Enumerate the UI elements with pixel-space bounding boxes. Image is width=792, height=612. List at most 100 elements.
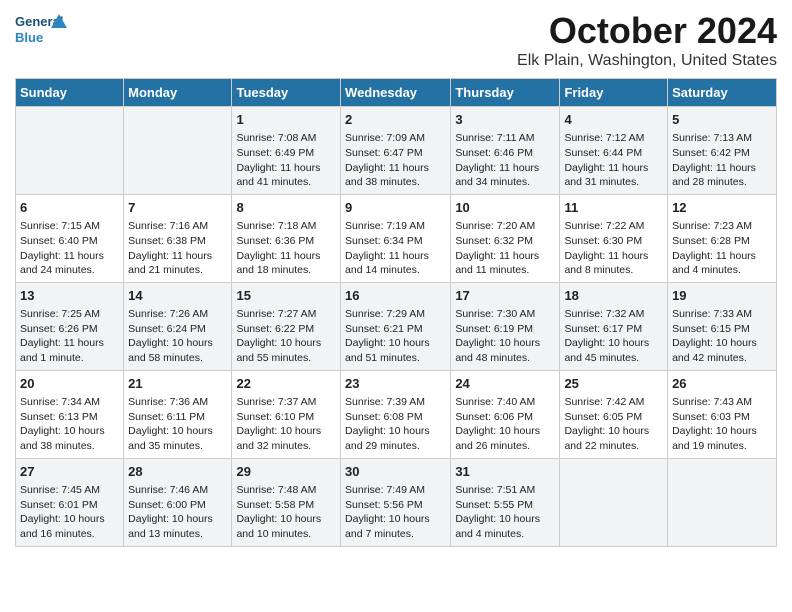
title-block: October 2024 Elk Plain, Washington, Unit… (517, 10, 777, 70)
cell-info-text: Sunrise: 7:19 AMSunset: 6:34 PMDaylight:… (345, 219, 446, 278)
cell-4-1: 28Sunrise: 7:46 AMSunset: 6:00 PMDayligh… (124, 458, 232, 546)
cell-info-text: Sunrise: 7:43 AMSunset: 6:03 PMDaylight:… (672, 395, 772, 454)
cell-date-number: 4 (564, 111, 663, 129)
cell-date-number: 8 (236, 199, 336, 217)
cell-date-number: 13 (20, 287, 119, 305)
cell-2-3: 16Sunrise: 7:29 AMSunset: 6:21 PMDayligh… (341, 282, 451, 370)
cell-1-3: 9 Sunrise: 7:19 AMSunset: 6:34 PMDaylight… (341, 194, 451, 282)
cell-0-3: 2 Sunrise: 7:09 AMSunset: 6:47 PMDaylight… (341, 107, 451, 195)
cell-2-2: 15 Sunrise: 7:27 AMSunset: 6:22 PMDayligh… (232, 282, 341, 370)
cell-date-number: 30 (345, 463, 446, 481)
cell-0-2: 1 Sunrise: 7:08 AMSunset: 6:49 PMDaylight… (232, 107, 341, 195)
header-tuesday: Tuesday (232, 79, 341, 107)
cell-date-number: 10 (455, 199, 555, 217)
cell-date-number: 9 (345, 199, 446, 217)
cell-info-text: Sunrise: 7:09 AMSunset: 6:47 PMDaylight:… (345, 131, 446, 190)
cell-date-number: 31 (455, 463, 555, 481)
cell-0-6: 5 Sunrise: 7:13 AMSunset: 6:42 PMDaylight… (668, 107, 777, 195)
cell-info-text: Sunrise: 7:16 AMSunset: 6:38 PMDaylight:… (128, 219, 227, 278)
cell-info-text: Sunrise: 7:45 AMSunset: 6:01 PMDaylight:… (20, 483, 119, 542)
cell-0-0 (16, 107, 124, 195)
cell-3-3: 23 Sunrise: 7:39 AMSunset: 6:08 PMDayligh… (341, 370, 451, 458)
cell-info-text: Sunrise: 7:32 AMSunset: 6:17 PMDaylight:… (564, 307, 663, 366)
cell-date-number: 12 (672, 199, 772, 217)
cell-date-number: 26 (672, 375, 772, 393)
cell-info-text: Sunrise: 7:08 AMSunset: 6:49 PMDaylight:… (236, 131, 336, 190)
cell-3-5: 25 Sunrise: 7:42 AMSunset: 6:05 PMDayligh… (560, 370, 668, 458)
cell-info-text: Sunrise: 7:36 AMSunset: 6:11 PMDaylight:… (128, 395, 227, 454)
cell-date-number: 15 (236, 287, 336, 305)
cell-info-text: Sunrise: 7:37 AMSunset: 6:10 PMDaylight:… (236, 395, 336, 454)
header-sunday: Sunday (16, 79, 124, 107)
cell-4-6 (668, 458, 777, 546)
cell-info-text: Sunrise: 7:40 AMSunset: 6:06 PMDaylight:… (455, 395, 555, 454)
cell-info-text: Sunrise: 7:20 AMSunset: 6:32 PMDaylight:… (455, 219, 555, 278)
page-header: General Blue October 2024 Elk Plain, Was… (15, 10, 777, 70)
cell-date-number: 3 (455, 111, 555, 129)
cell-3-4: 24Sunrise: 7:40 AMSunset: 6:06 PMDayligh… (451, 370, 560, 458)
header-friday: Friday (560, 79, 668, 107)
cell-date-number: 25 (564, 375, 663, 393)
cell-0-4: 3 Sunrise: 7:11 AMSunset: 6:46 PMDaylight… (451, 107, 560, 195)
cell-info-text: Sunrise: 7:23 AMSunset: 6:28 PMDaylight:… (672, 219, 772, 278)
cell-info-text: Sunrise: 7:39 AMSunset: 6:08 PMDaylight:… (345, 395, 446, 454)
cell-0-1 (124, 107, 232, 195)
cell-info-text: Sunrise: 7:15 AMSunset: 6:40 PMDaylight:… (20, 219, 119, 278)
cell-date-number: 5 (672, 111, 772, 129)
cell-info-text: Sunrise: 7:30 AMSunset: 6:19 PMDaylight:… (455, 307, 555, 366)
cell-3-1: 21 Sunrise: 7:36 AMSunset: 6:11 PMDayligh… (124, 370, 232, 458)
cell-date-number: 11 (564, 199, 663, 217)
cell-0-5: 4 Sunrise: 7:12 AMSunset: 6:44 PMDaylight… (560, 107, 668, 195)
header-saturday: Saturday (668, 79, 777, 107)
calendar-table: SundayMondayTuesdayWednesdayThursdayFrid… (15, 78, 777, 547)
svg-text:Blue: Blue (15, 30, 43, 45)
cell-date-number: 17 (455, 287, 555, 305)
cell-info-text: Sunrise: 7:48 AMSunset: 5:58 PMDaylight:… (236, 483, 336, 542)
cell-4-2: 29 Sunrise: 7:48 AMSunset: 5:58 PMDayligh… (232, 458, 341, 546)
header-thursday: Thursday (451, 79, 560, 107)
cell-4-5 (560, 458, 668, 546)
cell-3-2: 22 Sunrise: 7:37 AMSunset: 6:10 PMDayligh… (232, 370, 341, 458)
cell-date-number: 29 (236, 463, 336, 481)
cell-1-1: 7 Sunrise: 7:16 AMSunset: 6:38 PMDaylight… (124, 194, 232, 282)
cell-1-2: 8 Sunrise: 7:18 AMSunset: 6:36 PMDaylight… (232, 194, 341, 282)
cell-date-number: 22 (236, 375, 336, 393)
header-wednesday: Wednesday (341, 79, 451, 107)
cell-2-6: 19 Sunrise: 7:33 AMSunset: 6:15 PMDayligh… (668, 282, 777, 370)
cell-info-text: Sunrise: 7:42 AMSunset: 6:05 PMDaylight:… (564, 395, 663, 454)
cell-date-number: 19 (672, 287, 772, 305)
cell-1-6: 12 Sunrise: 7:23 AMSunset: 6:28 PMDayligh… (668, 194, 777, 282)
cell-info-text: Sunrise: 7:49 AMSunset: 5:56 PMDaylight:… (345, 483, 446, 542)
cell-1-0: 6 Sunrise: 7:15 AMSunset: 6:40 PMDaylight… (16, 194, 124, 282)
cell-info-text: Sunrise: 7:51 AMSunset: 5:55 PMDaylight:… (455, 483, 555, 542)
cell-1-4: 10 Sunrise: 7:20 AMSunset: 6:32 PMDayligh… (451, 194, 560, 282)
cell-date-number: 23 (345, 375, 446, 393)
cell-date-number: 14 (128, 287, 227, 305)
page-subtitle: Elk Plain, Washington, United States (517, 52, 777, 70)
cell-info-text: Sunrise: 7:33 AMSunset: 6:15 PMDaylight:… (672, 307, 772, 366)
cell-date-number: 6 (20, 199, 119, 217)
cell-info-text: Sunrise: 7:22 AMSunset: 6:30 PMDaylight:… (564, 219, 663, 278)
cell-info-text: Sunrise: 7:13 AMSunset: 6:42 PMDaylight:… (672, 131, 772, 190)
cell-date-number: 7 (128, 199, 227, 217)
cell-2-1: 14 Sunrise: 7:26 AMSunset: 6:24 PMDayligh… (124, 282, 232, 370)
cell-info-text: Sunrise: 7:26 AMSunset: 6:24 PMDaylight:… (128, 307, 227, 366)
cell-info-text: Sunrise: 7:11 AMSunset: 6:46 PMDaylight:… (455, 131, 555, 190)
cell-3-0: 20 Sunrise: 7:34 AMSunset: 6:13 PMDayligh… (16, 370, 124, 458)
cell-date-number: 2 (345, 111, 446, 129)
cell-info-text: Sunrise: 7:18 AMSunset: 6:36 PMDaylight:… (236, 219, 336, 278)
cell-date-number: 27 (20, 463, 119, 481)
cell-date-number: 20 (20, 375, 119, 393)
cell-4-4: 31 Sunrise: 7:51 AMSunset: 5:55 PMDayligh… (451, 458, 560, 546)
cell-1-5: 11 Sunrise: 7:22 AMSunset: 6:30 PMDayligh… (560, 194, 668, 282)
cell-4-3: 30 Sunrise: 7:49 AMSunset: 5:56 PMDayligh… (341, 458, 451, 546)
cell-info-text: Sunrise: 7:12 AMSunset: 6:44 PMDaylight:… (564, 131, 663, 190)
cell-date-number: 21 (128, 375, 227, 393)
cell-info-text: Sunrise: 7:34 AMSunset: 6:13 PMDaylight:… (20, 395, 119, 454)
cell-3-6: 26 Sunrise: 7:43 AMSunset: 6:03 PMDayligh… (668, 370, 777, 458)
cell-info-text: Sunrise: 7:27 AMSunset: 6:22 PMDaylight:… (236, 307, 336, 366)
cell-date-number: 16 (345, 287, 446, 305)
cell-2-5: 18 Sunrise: 7:32 AMSunset: 6:17 PMDayligh… (560, 282, 668, 370)
cell-date-number: 18 (564, 287, 663, 305)
cell-date-number: 1 (236, 111, 336, 129)
